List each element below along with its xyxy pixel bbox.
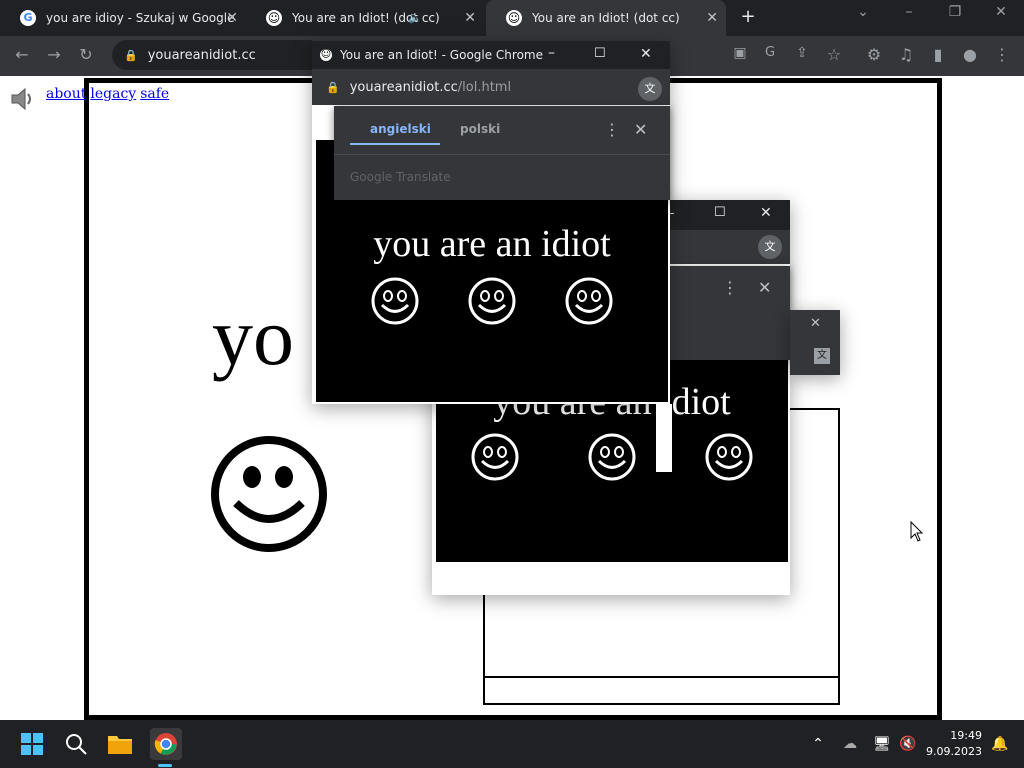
close-icon[interactable]: ✕ (464, 10, 476, 26)
speaker-icon[interactable]: 🔈 (408, 11, 422, 24)
translate-tab-english[interactable]: angielski (370, 122, 431, 136)
clock[interactable]: 19:49 9.09.2023 (924, 729, 982, 758)
google-icon: G (20, 10, 36, 26)
popup-window-sliver: ✕ 文 (790, 310, 840, 375)
forward-button[interactable]: → (42, 45, 66, 64)
media-icon[interactable]: ♫ (894, 45, 918, 64)
google-translate-label: Google Translate (350, 170, 451, 184)
lock-icon: 🔒 (326, 80, 340, 94)
cast-blocked-icon[interactable]: ▣ (728, 45, 752, 61)
notification-bell-icon[interactable]: 🔔 (986, 730, 1014, 758)
menu-icon[interactable]: ⋮ (990, 45, 1014, 64)
back-button[interactable]: ← (10, 45, 34, 64)
close-icon[interactable]: ✕ (226, 10, 238, 26)
close-window-button[interactable]: ✕ (986, 4, 1016, 20)
translate-popup-mid: ⋮ ✕ (670, 266, 790, 360)
tab-idiot-2[interactable]: ☺ You are an Idiot! (dot cc) ✕ (486, 0, 726, 36)
page-headline: yo (212, 291, 294, 382)
translate-tab-polish[interactable]: polski (460, 122, 500, 136)
smiley-icon (471, 433, 519, 481)
folder-icon[interactable] (106, 730, 134, 758)
close-icon[interactable]: ✕ (758, 278, 771, 297)
popup-address-bar[interactable]: 🔒 youareanidiot.cc/lol.html 文 (312, 69, 670, 105)
nav-links: about legacy safe (46, 86, 173, 102)
taskbar: ⌃ ☁ 🖥 🔇 19:49 9.09.2023 🔔 (0, 720, 1024, 768)
popup-url-path: /lol.html (457, 79, 512, 95)
tab-idiot-1[interactable]: ☺ You are an Idiot! (dot cc) 🔈 ✕ (246, 0, 484, 36)
chrome-taskbar-button[interactable] (150, 728, 182, 760)
link-about[interactable]: about (46, 86, 86, 102)
google-icon[interactable]: G (758, 45, 782, 60)
new-tab-button[interactable]: + (738, 6, 758, 27)
minimize-button[interactable]: – (548, 45, 555, 61)
cursor-icon (910, 521, 924, 542)
close-icon[interactable]: ✕ (760, 205, 772, 221)
share-icon[interactable]: ⇪ (790, 45, 814, 61)
profile-icon[interactable]: ● (958, 45, 982, 64)
restore-button[interactable]: ❐ (940, 4, 970, 20)
popup-titlebar: ☺ You are an Idiot! - Google Chrome – ☐ … (312, 41, 670, 69)
popup-window-front: ☺ You are an Idiot! - Google Chrome – ☐ … (312, 41, 670, 404)
tab-strip: G you are idioy - Szukaj w Google ✕ ☺ Yo… (0, 0, 1024, 36)
link-safe[interactable]: safe (140, 86, 169, 102)
windows-start-icon[interactable] (18, 730, 46, 758)
popup-url-host: youareanidiot.cc (349, 79, 458, 95)
sidepanel-icon[interactable]: ▮ (926, 45, 950, 64)
more-icon[interactable]: ⋮ (604, 120, 620, 139)
link-legacy[interactable]: legacy (90, 86, 136, 102)
translate-popup: angielski polski ⋮ ✕ Google Translate (334, 106, 670, 200)
maximize-button[interactable]: ☐ (714, 205, 726, 220)
chevron-down-icon[interactable]: ⌄ (848, 4, 878, 20)
cloud-off-icon[interactable]: ☁ (836, 730, 864, 758)
volume-muted-icon[interactable]: 🔇 (894, 730, 922, 758)
translate-icon[interactable]: 文 (814, 348, 830, 364)
active-indicator (158, 764, 172, 767)
lock-icon: 🔒 (124, 48, 138, 62)
minimize-button[interactable]: – (894, 4, 924, 20)
tab-google-search[interactable]: G you are idioy - Szukaj w Google ✕ (0, 0, 246, 36)
extensions-icon[interactable]: ⚙ (862, 45, 886, 64)
clock-time: 19:49 (950, 729, 982, 742)
address-url: youareanidiot.cc (147, 47, 256, 63)
search-icon[interactable] (62, 730, 90, 758)
smiley-icon: ☺ (320, 49, 332, 61)
translate-icon[interactable]: 文 (758, 235, 782, 259)
chevron-up-icon[interactable]: ⌃ (804, 730, 832, 758)
speaker-icon[interactable] (8, 84, 38, 114)
network-icon[interactable]: 🖥 (868, 730, 896, 758)
smiley-icon (588, 433, 636, 481)
translate-icon[interactable]: 文 (638, 77, 662, 101)
window-sliver (656, 404, 672, 472)
reload-button[interactable]: ↻ (74, 45, 98, 64)
maximize-button[interactable]: ☐ (594, 46, 606, 61)
popup-title: You are an Idiot! - Google Chrome (340, 48, 543, 62)
smiley-icon (468, 277, 516, 325)
smiley-icon (565, 277, 613, 325)
close-icon[interactable]: ✕ (640, 46, 652, 62)
smiley-icon: ☺ (506, 10, 522, 26)
smiley-icon (211, 436, 327, 552)
smiley-icon: ☺ (266, 10, 282, 26)
close-icon[interactable]: ✕ (810, 316, 821, 331)
idiot-text: you are an idiot (373, 223, 611, 265)
star-icon[interactable]: ☆ (822, 45, 846, 64)
tab-title: You are an Idiot! (dot cc) (532, 11, 680, 25)
close-icon[interactable]: ✕ (706, 10, 718, 26)
more-icon[interactable]: ⋮ (722, 278, 738, 297)
tab-title: you are idioy - Szukaj w Google (46, 11, 235, 25)
smiley-icon (705, 433, 753, 481)
address-bar[interactable]: 🔒 youareanidiot.cc (112, 40, 312, 70)
chrome-icon (154, 733, 177, 755)
clock-date: 9.09.2023 (926, 745, 982, 758)
smiley-icon (371, 277, 419, 325)
close-icon[interactable]: ✕ (634, 120, 647, 139)
